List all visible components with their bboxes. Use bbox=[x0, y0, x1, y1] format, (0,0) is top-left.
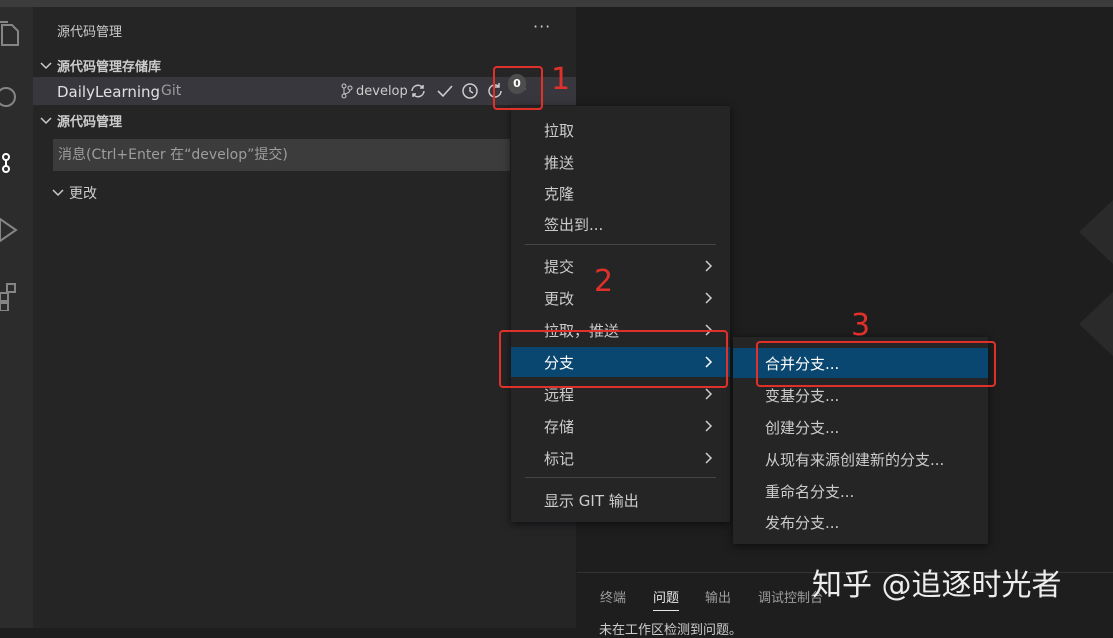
submenu-item-rename-branch[interactable]: 重命名分支... bbox=[733, 476, 988, 506]
menu-item-label: 提交 bbox=[544, 258, 575, 276]
menu-item-show-git-output[interactable]: 显示 GIT 输出 bbox=[511, 485, 730, 515]
submenu-item-label: 变基分支... bbox=[765, 387, 840, 405]
menu-item-label: 标记 bbox=[544, 450, 575, 468]
activity-bar bbox=[0, 7, 33, 628]
repositories-section-label: 源代码管理存储库 bbox=[57, 60, 162, 75]
submenu-item-create-branch-from[interactable]: 从现有来源创建新的分支... bbox=[733, 444, 988, 474]
submenu-item-label: 创建分支... bbox=[765, 419, 840, 437]
menu-item-clone[interactable]: 克隆 bbox=[511, 178, 730, 208]
menu-item-label: 显示 GIT 输出 bbox=[544, 492, 639, 510]
menu-separator bbox=[525, 477, 716, 478]
chevron-right-icon bbox=[705, 420, 713, 432]
annotation-number-1: 1 bbox=[551, 62, 571, 97]
run-debug-icon[interactable] bbox=[0, 215, 22, 245]
sidebar-title: 源代码管理 bbox=[57, 25, 123, 40]
ellipsis-icon[interactable]: ··· bbox=[533, 17, 551, 36]
decorative-shape bbox=[1079, 200, 1113, 264]
annotation-box-2 bbox=[499, 330, 728, 388]
menu-item-label: 拉取 bbox=[544, 122, 575, 140]
repositories-section-header[interactable]: 源代码管理存储库 bbox=[39, 56, 161, 75]
tab-terminal[interactable]: 终端 bbox=[600, 587, 626, 606]
menu-item-changes[interactable]: 更改 bbox=[511, 283, 730, 313]
explorer-icon[interactable] bbox=[0, 19, 22, 49]
menu-item-commit[interactable]: 提交 bbox=[511, 251, 730, 281]
tab-output[interactable]: 输出 bbox=[705, 587, 731, 606]
extensions-icon[interactable] bbox=[0, 281, 22, 312]
chevron-right-icon bbox=[705, 388, 713, 400]
chevron-right-icon bbox=[705, 260, 713, 272]
submenu-item-label: 发布分支... bbox=[765, 514, 840, 532]
decorative-shape bbox=[1079, 292, 1113, 356]
menu-item-label: 克隆 bbox=[544, 185, 575, 203]
repo-name: DailyLearning bbox=[57, 83, 161, 101]
chevron-down-icon bbox=[40, 61, 52, 69]
menu-separator bbox=[525, 244, 716, 245]
annotation-box-1 bbox=[493, 66, 543, 110]
menu-item-stash[interactable]: 存储 bbox=[511, 411, 730, 441]
annotation-box-3 bbox=[756, 341, 996, 387]
commit-check-icon[interactable] bbox=[436, 82, 454, 100]
chevron-right-icon bbox=[705, 292, 713, 304]
chevron-right-icon bbox=[705, 452, 713, 464]
submenu-item-label: 从现有来源创建新的分支... bbox=[765, 451, 945, 469]
history-icon[interactable] bbox=[461, 82, 479, 100]
scm-context-menu: 拉取 推送 克隆 签出到... 提交 更改 拉取，推送 分支 远程 存储 标记 … bbox=[511, 106, 730, 522]
title-bar bbox=[0, 0, 1113, 7]
branch-name: develop bbox=[356, 83, 408, 99]
changes-group[interactable]: 更改 bbox=[51, 183, 97, 203]
menu-item-push[interactable]: 推送 bbox=[511, 147, 730, 177]
repo-type: Git bbox=[161, 83, 182, 99]
scm-section-label: 源代码管理 bbox=[57, 115, 123, 130]
tab-problems[interactable]: 问题 bbox=[653, 587, 680, 611]
menu-item-label: 更改 bbox=[544, 290, 575, 308]
annotation-number-3: 3 bbox=[851, 308, 871, 343]
submenu-item-create-branch[interactable]: 创建分支... bbox=[733, 412, 988, 442]
commit-message-input[interactable] bbox=[53, 139, 510, 171]
menu-item-label: 存储 bbox=[544, 418, 575, 436]
source-control-icon[interactable] bbox=[0, 147, 22, 177]
search-icon[interactable] bbox=[0, 83, 22, 113]
menu-item-label: 签出到... bbox=[544, 216, 604, 234]
submenu-item-label: 重命名分支... bbox=[765, 483, 855, 501]
chevron-down-icon bbox=[40, 116, 52, 124]
scm-section-header[interactable]: 源代码管理 bbox=[39, 111, 122, 130]
chevron-down-icon bbox=[52, 189, 64, 197]
menu-item-pull[interactable]: 拉取 bbox=[511, 115, 730, 145]
menu-item-label: 推送 bbox=[544, 154, 575, 172]
changes-label: 更改 bbox=[69, 186, 97, 202]
watermark: 知乎 @追逐时光者 bbox=[812, 568, 1062, 603]
sync-icon[interactable] bbox=[409, 82, 427, 100]
menu-item-checkout[interactable]: 签出到... bbox=[511, 209, 730, 239]
panel-message: 未在工作区检测到问题。 bbox=[599, 623, 743, 638]
menu-item-tags[interactable]: 标记 bbox=[511, 443, 730, 473]
annotation-number-2: 2 bbox=[594, 264, 614, 299]
git-branch-icon bbox=[341, 83, 353, 99]
submenu-item-publish-branch[interactable]: 发布分支... bbox=[733, 507, 988, 537]
branch-indicator[interactable]: develop bbox=[341, 83, 408, 99]
